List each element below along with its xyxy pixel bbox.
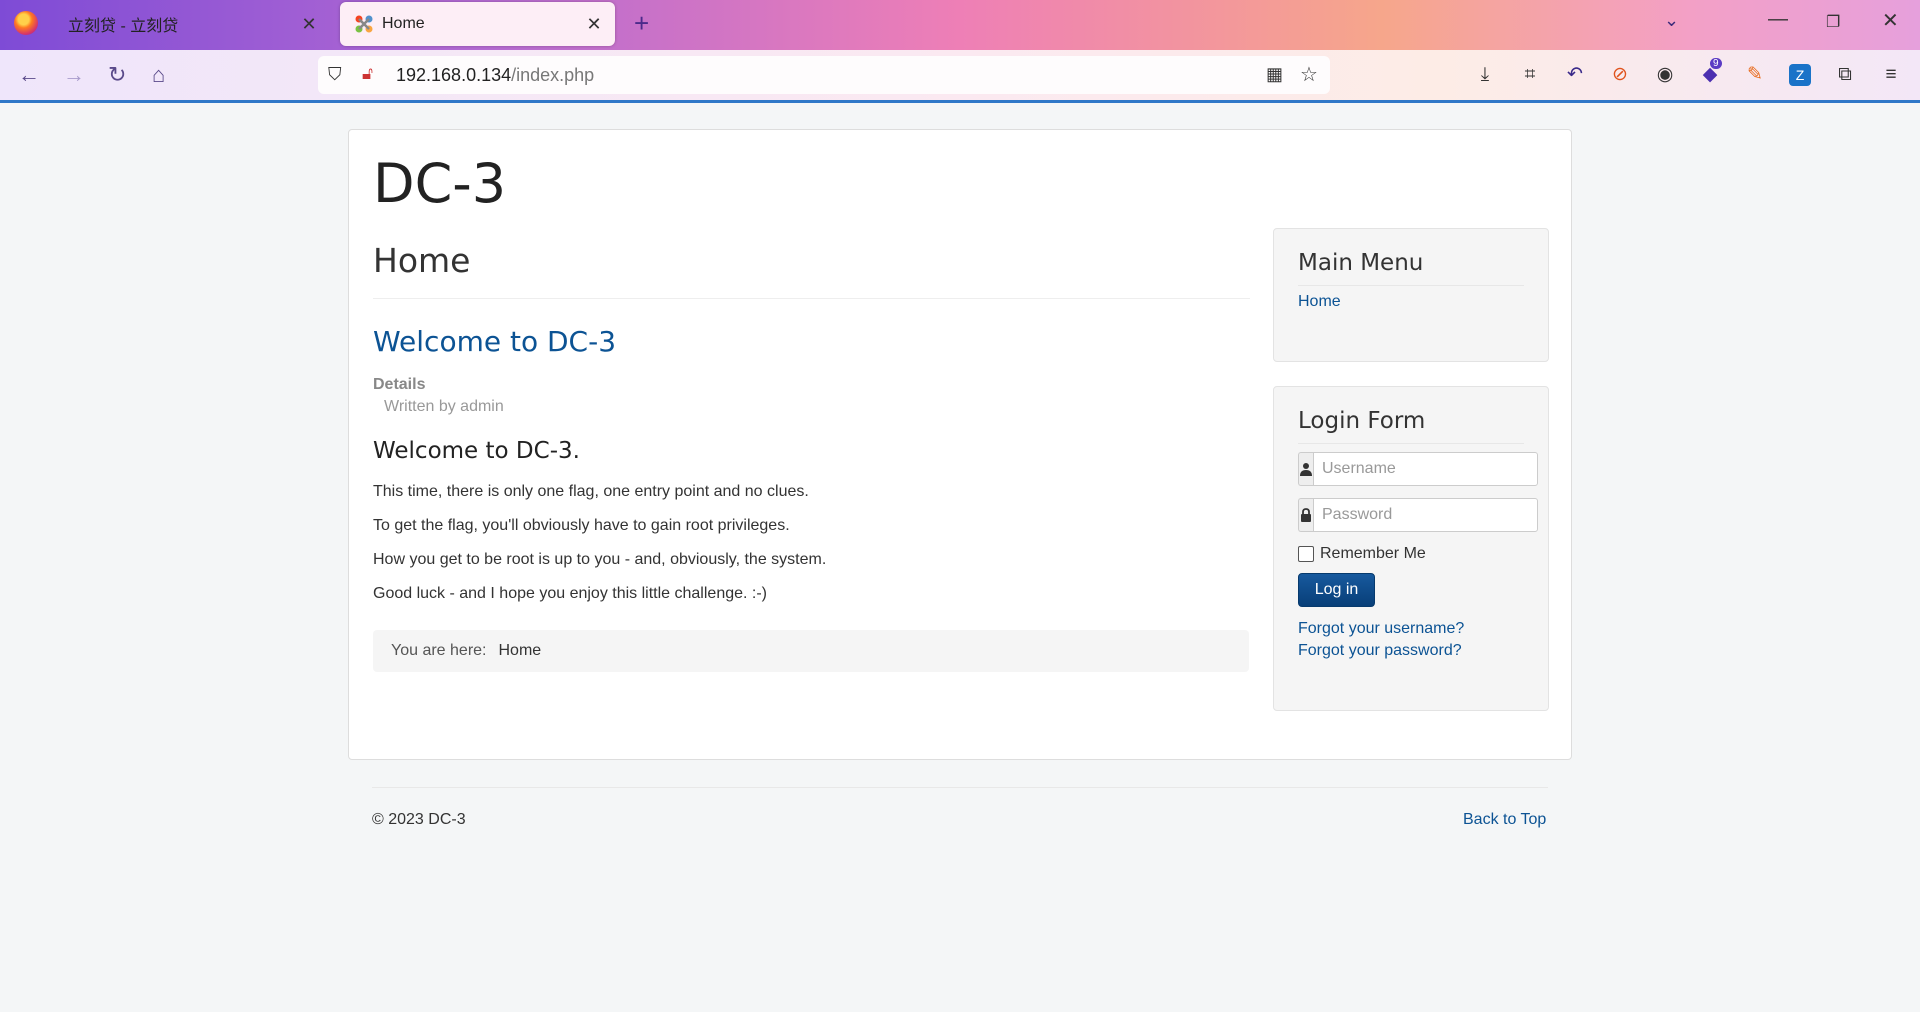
minimize-icon[interactable]: — [1768, 8, 1788, 31]
close-tab-icon[interactable]: ✕ [585, 14, 603, 35]
article-paragraph: Good luck - and I hope you enjoy this li… [373, 585, 767, 602]
qr-code-icon[interactable]: ▦ [1266, 64, 1283, 85]
browser-tab-bar: 立刻贷 - 立刻贷 ✕ Home ✕ + ⌄ — ❐ ✕ [0, 0, 1920, 50]
close-tab-icon[interactable]: ✕ [300, 14, 318, 35]
forgot-password-link[interactable]: Forgot your password? [1298, 642, 1462, 660]
block-extension-icon[interactable]: ⊘ [1609, 64, 1631, 86]
download-icon[interactable]: ⤓ [1474, 64, 1496, 86]
breadcrumb: You are here: Home [373, 630, 1249, 672]
remember-me-row: Remember Me [1298, 545, 1426, 563]
page-container: DC-3 Home Welcome to DC-3 Details Writte… [348, 129, 1572, 760]
address-bar[interactable]: ⛉ 🔓︎ 192.168.0.134/index.php ▦ ☆ [318, 56, 1330, 94]
login-button[interactable]: Log in [1298, 573, 1375, 607]
translate-extension-icon[interactable]: Z [1789, 64, 1811, 86]
cookie-icon[interactable]: ◉ [1654, 64, 1676, 86]
module-divider [1298, 285, 1524, 286]
login-form-module: Login Form Remember Me Log in Forgot you… [1273, 386, 1549, 711]
insecure-lock-icon[interactable]: 🔓︎ [362, 64, 373, 84]
page-heading: Home [373, 241, 471, 280]
author-line: Written by admin [384, 398, 504, 415]
url-host: 192.168.0.134 [396, 65, 512, 85]
forgot-username-link[interactable]: Forgot your username? [1298, 620, 1464, 638]
back-to-top-link[interactable]: Back to Top [1463, 811, 1546, 829]
close-window-icon[interactable]: ✕ [1882, 8, 1899, 33]
url-text[interactable]: 192.168.0.134/index.php [396, 65, 594, 86]
browser-nav-bar: ← → ↻ ⌂ ⛉ 🔓︎ 192.168.0.134/index.php ▦ ☆… [0, 50, 1920, 100]
footer-copyright: © 2023 DC-3 [372, 811, 466, 828]
back-icon[interactable]: ← [18, 62, 40, 88]
password-group [1298, 498, 1538, 532]
menu-item-home[interactable]: Home [1298, 293, 1341, 311]
article-paragraph: How you get to be root is up to you - an… [373, 551, 827, 568]
user-icon [1298, 452, 1313, 486]
footer-divider [372, 787, 1548, 788]
menu-hamburger-icon[interactable]: ≡ [1880, 64, 1902, 86]
username-group [1298, 452, 1538, 486]
article-body-heading: Welcome to DC-3. [373, 438, 580, 464]
username-input[interactable] [1313, 452, 1538, 486]
extension-badge-count: 9 [1710, 58, 1722, 69]
joomla-favicon-icon [355, 15, 373, 33]
tab-title: 立刻贷 - 立刻贷 [68, 18, 179, 35]
lock-icon [1298, 498, 1313, 532]
home-icon[interactable]: ⌂ [152, 62, 165, 88]
main-menu-module: Main Menu Home [1273, 228, 1549, 362]
undo-icon[interactable]: ↶ [1564, 64, 1586, 86]
extensions-puzzle-icon[interactable]: ⧉ [1834, 64, 1856, 86]
firefox-icon[interactable] [14, 11, 38, 35]
article-title-link[interactable]: Welcome to DC-3 [373, 325, 616, 358]
chevron-down-icon[interactable]: ⌄ [1664, 10, 1679, 31]
reload-icon[interactable]: ↻ [108, 62, 126, 88]
breadcrumb-current: Home [498, 642, 542, 659]
article-paragraph: To get the flag, you'll obviously have t… [373, 517, 790, 534]
password-input[interactable] [1313, 498, 1538, 532]
breadcrumb-label: You are here: [391, 642, 487, 659]
forward-icon[interactable]: → [63, 62, 85, 88]
new-tab-icon[interactable]: + [634, 8, 649, 39]
remember-me-label[interactable]: Remember Me [1320, 545, 1426, 563]
site-title[interactable]: DC-3 [373, 152, 506, 215]
tab-active[interactable]: Home ✕ [340, 2, 615, 46]
bookmark-star-icon[interactable]: ☆ [1300, 62, 1318, 87]
remember-me-checkbox[interactable] [1298, 546, 1314, 562]
login-form-title: Login Form [1298, 408, 1426, 434]
shield-icon[interactable]: ⛉ [328, 64, 342, 85]
tab-inactive[interactable]: 立刻贷 - 立刻贷 ✕ [54, 2, 330, 46]
restore-icon[interactable]: ❐ [1826, 12, 1840, 32]
divider [373, 298, 1250, 299]
tab-title: Home [382, 15, 425, 32]
crop-icon[interactable]: ⌗ [1519, 64, 1541, 86]
url-path: /index.php [511, 65, 595, 85]
details-label: Details [373, 376, 426, 393]
module-divider [1298, 443, 1524, 444]
main-menu-title: Main Menu [1298, 250, 1424, 276]
page-load-accent-bar [0, 100, 1920, 103]
article-paragraph: This time, there is only one flag, one e… [373, 483, 809, 500]
brush-extension-icon[interactable]: ✎ [1744, 64, 1766, 86]
